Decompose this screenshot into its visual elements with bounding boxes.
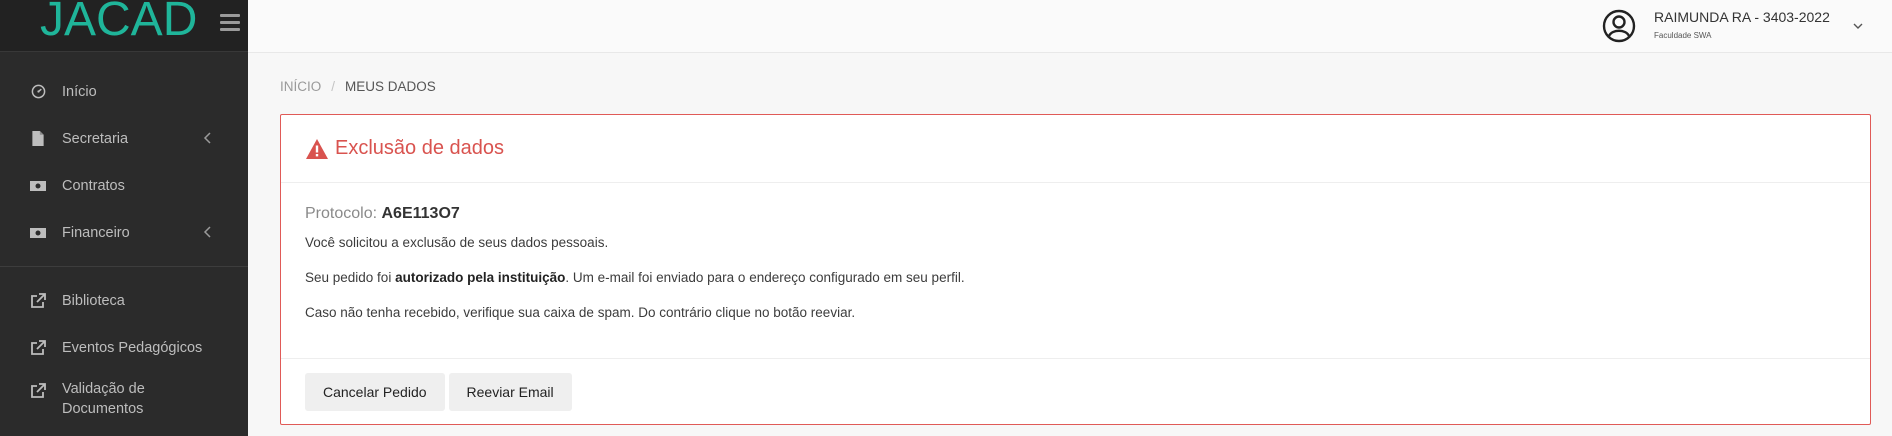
external-link-icon [30, 339, 46, 356]
breadcrumb-current: MEUS DADOS [345, 79, 436, 94]
cancel-request-button[interactable]: Cancelar Pedido [305, 373, 445, 411]
menu-toggle-icon[interactable] [220, 14, 240, 32]
brand-bar: JACAD [0, 0, 248, 52]
money-icon [30, 178, 46, 194]
card-title-text: Exclusão de dados [335, 137, 505, 159]
sidebar-item-label: Financeiro [62, 224, 130, 241]
chevron-down-icon[interactable] [1852, 20, 1864, 32]
money-icon [30, 225, 46, 241]
chevron-left-icon [203, 132, 211, 144]
authorization-message: Seu pedido foi autorizado pela instituiç… [305, 270, 1846, 285]
sidebar-item-label: Eventos Pedagógicos [62, 339, 203, 356]
sidebar-nav: Início Secretaria Contratos Financeiro [0, 68, 248, 256]
sidebar-item-biblioteca[interactable]: Biblioteca [0, 277, 248, 324]
spam-notice: Caso não tenha recebido, verifique sua c… [305, 305, 856, 320]
authorization-text-end: . Um e-mail foi enviado para o endereço … [565, 270, 965, 285]
protocol-value: A6E113O7 [381, 205, 460, 222]
dashboard-icon [30, 84, 46, 100]
resend-email-button[interactable]: Reeviar Email [448, 373, 572, 411]
sidebar-item-inicio[interactable]: Início [0, 68, 248, 115]
file-icon [30, 131, 46, 147]
warning-icon [306, 138, 328, 159]
topbar: RAIMUNDA RA - 3403-2022 Faculdade SWA [248, 0, 1892, 53]
sidebar-item-secretaria[interactable]: Secretaria [0, 115, 248, 162]
request-message: Você solicitou a exclusão de seus dados … [305, 235, 609, 250]
sidebar-item-validacao-documentos[interactable]: Validação de Documentos [0, 371, 248, 429]
user-college: Faculdade SWA [1654, 31, 1712, 40]
sidebar-divider [0, 266, 248, 267]
jacad-logo[interactable]: JACAD [40, 0, 197, 48]
sidebar-item-contratos[interactable]: Contratos [0, 162, 248, 209]
card-body: Protocolo: A6E113O7 Você solicitou a exc… [281, 183, 1870, 359]
protocol-line: Protocolo: A6E113O7 [305, 205, 1846, 223]
card-header: Exclusão de dados [281, 115, 1870, 183]
breadcrumb: INÍCIO / MEUS DADOS [280, 79, 436, 94]
sidebar-item-label: Início [62, 83, 97, 100]
user-menu[interactable]: RAIMUNDA RA - 3403-2022 Faculdade SWA [1602, 0, 1892, 53]
external-link-icon [30, 292, 46, 309]
external-link-icon [30, 383, 46, 399]
data-deletion-card: Exclusão de dados Protocolo: A6E113O7 Vo… [280, 114, 1871, 425]
sidebar-item-label: Secretaria [62, 130, 129, 147]
sidebar-external-nav: Biblioteca Eventos Pedagógicos Validação… [0, 277, 248, 429]
user-avatar-icon [1602, 9, 1636, 43]
card-title: Exclusão de dados [305, 137, 504, 160]
sidebar-item-label: Validação de Documentos [62, 381, 145, 417]
user-name: RAIMUNDA RA - 3403-2022 [1654, 9, 1830, 25]
sidebar-item-financeiro[interactable]: Financeiro [0, 209, 248, 256]
breadcrumb-home-link[interactable]: INÍCIO [280, 79, 321, 94]
card-footer: Cancelar Pedido Reeviar Email [281, 359, 1870, 425]
sidebar-item-label: Biblioteca [62, 292, 125, 309]
breadcrumb-separator: / [331, 79, 336, 94]
chevron-left-icon [203, 226, 211, 238]
sidebar-item-label: Contratos [62, 177, 125, 194]
authorization-text-start: Seu pedido foi [305, 270, 396, 285]
protocol-label: Protocolo: [305, 205, 378, 222]
sidebar: JACAD Início Secretaria Contratos Financ… [0, 0, 248, 436]
sidebar-item-eventos-pedagogicos[interactable]: Eventos Pedagógicos [0, 324, 248, 371]
authorization-status: autorizado pela instituição [395, 270, 566, 285]
